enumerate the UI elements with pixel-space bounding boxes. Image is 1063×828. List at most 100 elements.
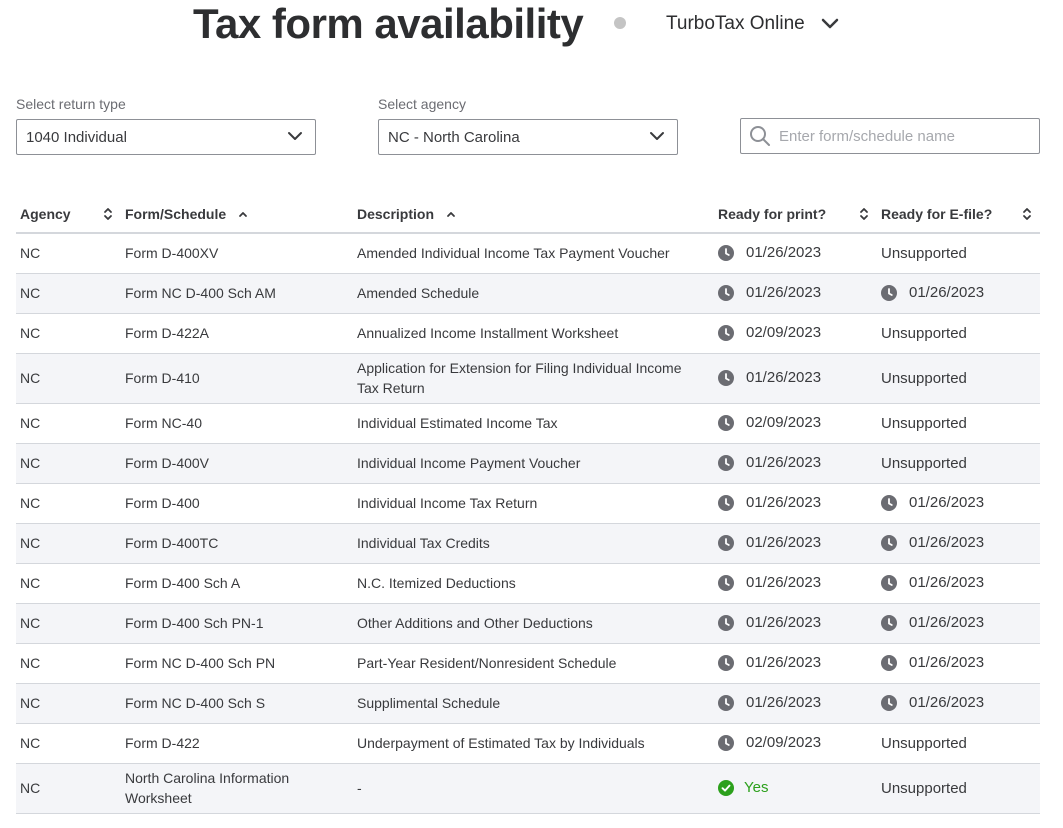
description-cell: Annualized Income Installment Worksheet (353, 313, 714, 354)
chevron-down-icon (288, 132, 302, 140)
status-date: 01/26/2023 (881, 533, 1040, 553)
table-row: NC Form D-422 Underpayment of Estimated Ta… (16, 723, 1040, 764)
form-cell: Form NC D-400 Sch PN (121, 643, 353, 684)
date-value: 01/26/2023 (909, 654, 985, 671)
status-date: 01/26/2023 (718, 283, 877, 303)
yes-value: Yes (744, 779, 769, 796)
clock-icon (718, 325, 734, 341)
table-row: NC Form NC D-400 Sch S Supplimental Schedu… (16, 683, 1040, 724)
clock-icon (718, 535, 734, 551)
table-row: NC Form D-400V Individual Income Payment V… (16, 443, 1040, 484)
column-header-efile[interactable]: Ready for E-file? (877, 195, 1040, 234)
efile-status-cell: 01/26/2023 (877, 273, 1040, 314)
efile-status-cell: Unsupported (877, 403, 1040, 444)
date-value: 01/26/2023 (909, 614, 985, 631)
clock-icon (881, 535, 897, 551)
date-value: 02/09/2023 (746, 734, 822, 751)
clock-icon (718, 285, 734, 301)
status-date: 01/26/2023 (718, 693, 877, 713)
search-icon (750, 126, 770, 146)
date-value: 01/26/2023 (909, 494, 985, 511)
form-cell: North Carolina Information Worksheet (121, 763, 353, 814)
search-input[interactable] (779, 127, 1029, 145)
form-cell: Form D-410 (121, 353, 353, 404)
efile-status-cell: 01/26/2023 (877, 523, 1040, 564)
product-label: TurboTax Online (666, 13, 805, 34)
table-row: NC Form D-422A Annualized Income Installme… (16, 313, 1040, 354)
clock-icon (718, 695, 734, 711)
status-unsupported: Unsupported (881, 734, 967, 752)
column-label: Description (357, 205, 435, 222)
return-type-label: Select return type (16, 96, 126, 112)
chevron-down-icon (650, 132, 664, 140)
column-header-description[interactable]: Description (353, 195, 714, 234)
clock-icon (718, 455, 734, 471)
table-row: NC Form D-400 Individual Income Tax Return… (16, 483, 1040, 524)
clock-icon (881, 655, 897, 671)
form-cell: Form NC D-400 Sch AM (121, 273, 353, 314)
form-cell: Form NC D-400 Sch S (121, 683, 353, 724)
date-value: 01/26/2023 (746, 574, 822, 591)
agency-cell: NC (16, 233, 121, 274)
status-date: 01/26/2023 (718, 243, 877, 263)
status-unsupported: Unsupported (881, 779, 967, 797)
agency-cell: NC (16, 313, 121, 354)
column-header-form[interactable]: Form/Schedule (121, 195, 353, 234)
sort-ascending-icon (239, 211, 248, 217)
table-header-row: Agency Form/Schedule Description Ready f… (16, 195, 1040, 234)
status-date: 02/09/2023 (718, 323, 877, 343)
table-row: NC Form D-400TC Individual Tax Credits 01/2… (16, 523, 1040, 564)
print-status-cell: 02/09/2023 (714, 403, 877, 444)
date-value: 01/26/2023 (746, 369, 822, 386)
search-box[interactable] (740, 118, 1040, 154)
agency-cell: NC (16, 683, 121, 724)
description-cell: Supplimental Schedule (353, 683, 714, 724)
description-cell: - (353, 763, 714, 814)
return-type-select[interactable]: 1040 Individual (16, 119, 316, 155)
efile-status-cell: Unsupported (877, 353, 1040, 404)
status-date: 01/26/2023 (718, 613, 877, 633)
agency-cell: NC (16, 643, 121, 684)
efile-status-cell: 01/26/2023 (877, 563, 1040, 604)
status-date: 01/26/2023 (718, 368, 877, 388)
form-cell: Form D-400TC (121, 523, 353, 564)
status-unsupported: Unsupported (881, 454, 967, 472)
clock-icon (881, 615, 897, 631)
forms-table: Agency Form/Schedule Description Ready f… (16, 195, 1040, 814)
clock-icon (881, 695, 897, 711)
product-selector[interactable]: TurboTax Online (666, 12, 839, 36)
status-date: 01/26/2023 (718, 573, 877, 593)
sort-icon (860, 207, 868, 220)
date-value: 01/26/2023 (909, 694, 985, 711)
return-type-value: 1040 Individual (26, 128, 127, 146)
description-cell: Underpayment of Estimated Tax by Individ… (353, 723, 714, 764)
status-date: 01/26/2023 (881, 283, 1040, 303)
date-value: 01/26/2023 (746, 454, 822, 471)
page-title: Tax form availability (193, 0, 584, 47)
separator-dot (614, 17, 626, 29)
table-row: NC Form D-400 Sch A N.C. Itemized Deductio… (16, 563, 1040, 604)
efile-status-cell: Unsupported (877, 723, 1040, 764)
sort-icon (104, 207, 112, 220)
agency-select[interactable]: NC - North Carolina (378, 119, 678, 155)
clock-icon (718, 370, 734, 386)
date-value: 01/26/2023 (746, 534, 822, 551)
column-header-print[interactable]: Ready for print? (714, 195, 877, 234)
clock-icon (718, 615, 734, 631)
form-cell: Form D-400 Sch A (121, 563, 353, 604)
form-cell: Form D-400 Sch PN-1 (121, 603, 353, 644)
agency-cell: NC (16, 723, 121, 764)
column-header-agency[interactable]: Agency (16, 195, 121, 234)
form-cell: Form D-400XV (121, 233, 353, 274)
print-status-cell: 02/09/2023 (714, 313, 877, 354)
print-status-cell: 01/26/2023 (714, 603, 877, 644)
efile-status-cell: Unsupported (877, 763, 1040, 814)
date-value: 01/26/2023 (746, 494, 822, 511)
agency-cell: NC (16, 483, 121, 524)
column-label: Ready for print? (718, 205, 827, 222)
efile-status-cell: 01/26/2023 (877, 483, 1040, 524)
status-unsupported: Unsupported (881, 414, 967, 432)
print-status-cell: 01/26/2023 (714, 233, 877, 274)
date-value: 02/09/2023 (746, 414, 822, 431)
column-label: Ready for E-file? (881, 205, 993, 222)
